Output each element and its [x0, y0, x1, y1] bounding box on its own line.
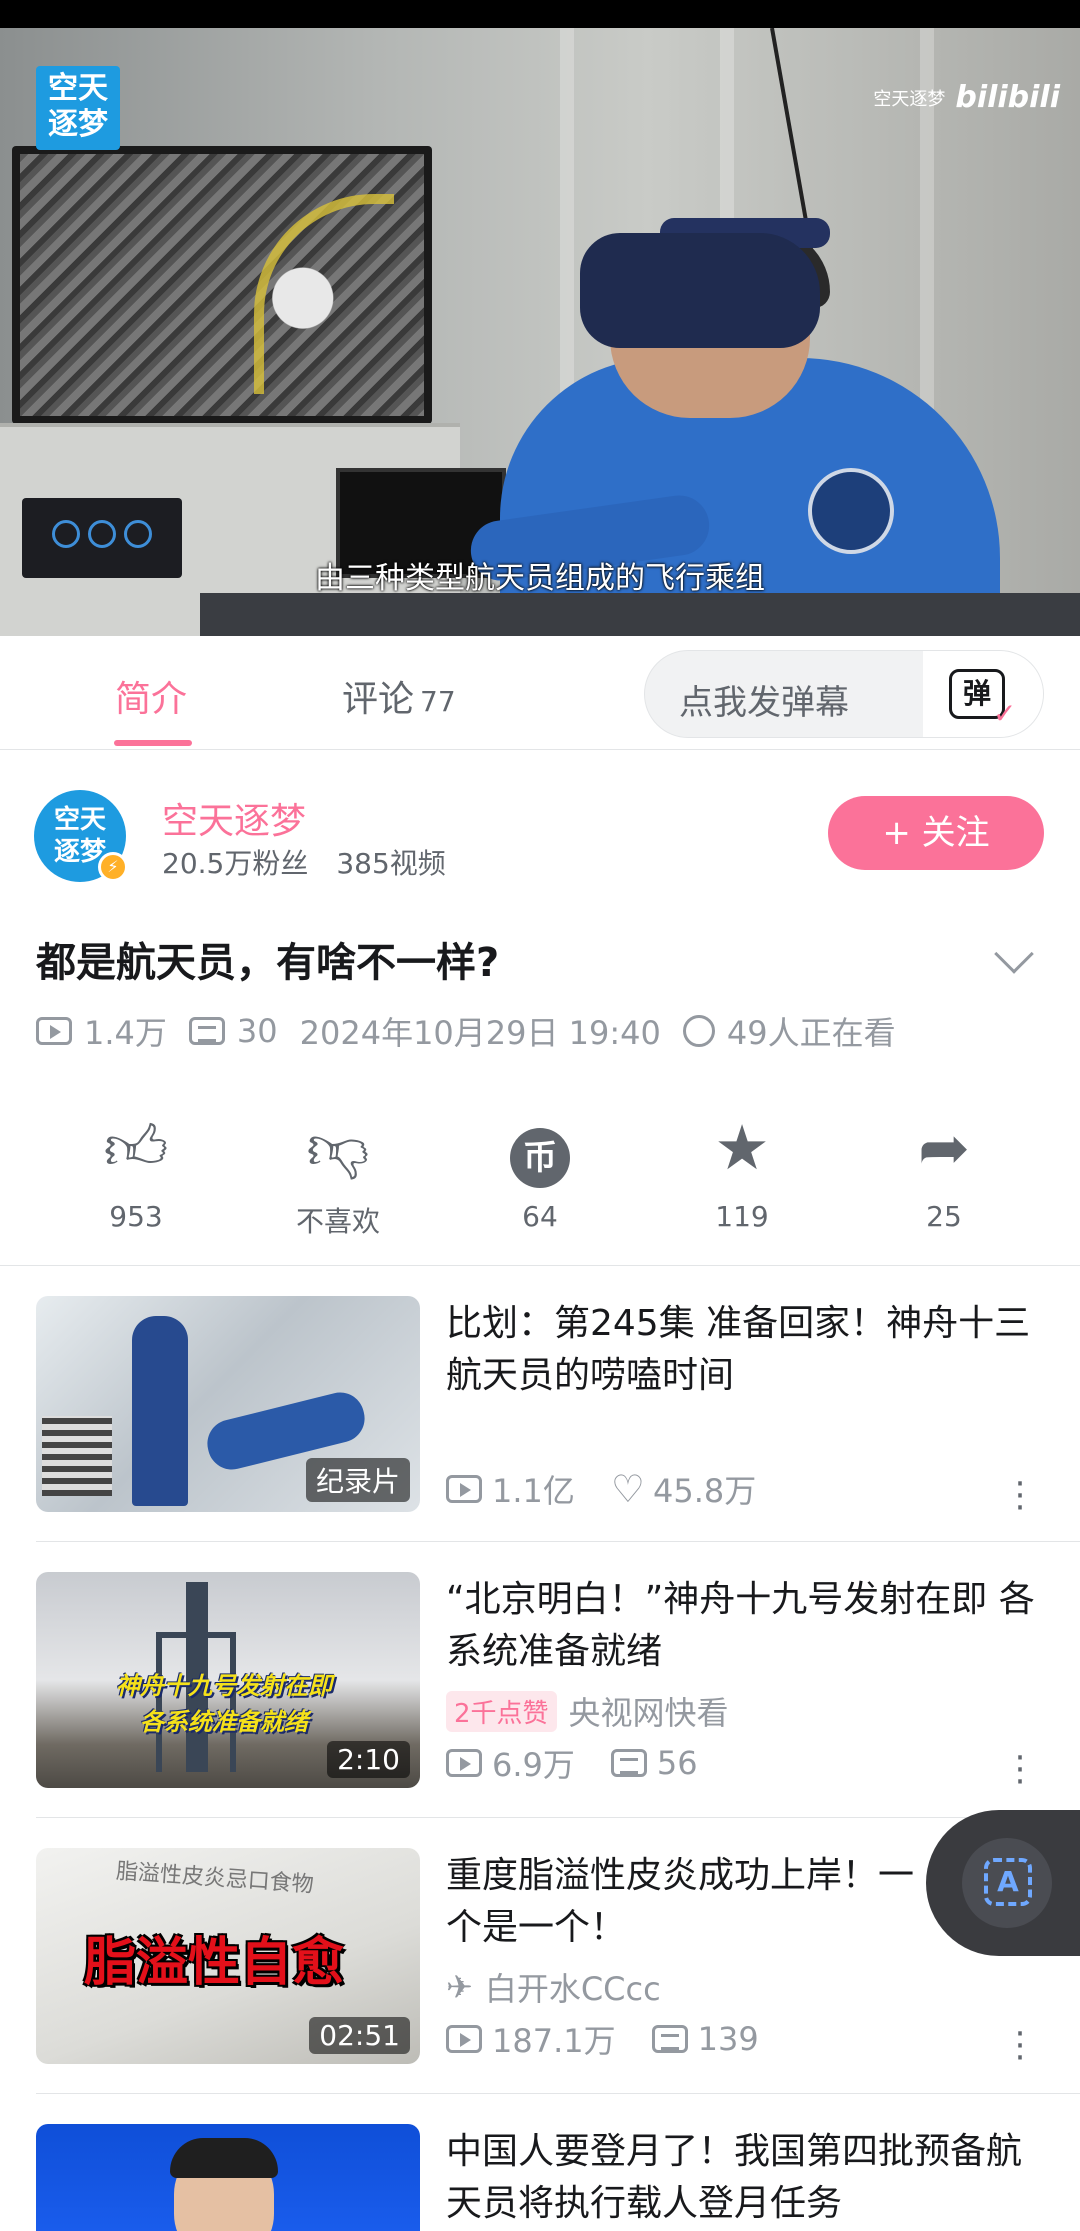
duration-badge: 2:10	[327, 1741, 410, 1778]
rec-stats: 1.1亿 ♡ 45.8万	[446, 1466, 756, 1512]
danmaku-count-icon	[610, 1749, 647, 1777]
author-name[interactable]: 白开水CCcc	[485, 1964, 661, 2010]
video-meta: 1.4万 30 2024年10月29日 19:40 49人正在看	[36, 1008, 896, 1054]
verified-badge-icon: ⚡	[98, 852, 128, 882]
desk	[200, 593, 1080, 636]
bilibili-logo: bilibili	[955, 80, 1060, 115]
danmaku-count: 139	[697, 2020, 759, 2058]
share-button[interactable]: ➦ 25	[874, 1110, 1014, 1233]
rocket-icon: ✈	[446, 1968, 473, 2006]
thumbnail-caption-small: 脂溢性皮炎忌口食物	[115, 1859, 315, 1898]
thumbs-down-icon: 👎︎	[306, 1111, 370, 1184]
video-subtitle: 由三种类型航天员组成的飞行乘组	[315, 561, 765, 596]
list-item[interactable]: 中国人要登月了！我国第四批预备航天员将执行载人登月任务	[0, 2094, 1080, 2231]
category-badge: 纪录片	[305, 1458, 410, 1502]
uploader-name[interactable]: 空天逐梦	[162, 792, 306, 844]
rec-title[interactable]: 重度脂溢性皮炎成功上岸！一个是一个！	[446, 1850, 916, 1954]
rec-title[interactable]: 中国人要登月了！我国第四批预备航天员将执行载人登月任务	[446, 2126, 1046, 2230]
more-options-icon[interactable]: · · ·	[1010, 1467, 1030, 1525]
vr-headset	[580, 233, 820, 348]
view-count: 1.4万	[84, 1014, 167, 1052]
status-bar	[0, 0, 1080, 28]
fans-count: 20.5万粉丝	[162, 847, 309, 880]
coin-count: 64	[522, 1200, 558, 1233]
view-count: 187.1万	[492, 2022, 616, 2060]
tab-active-indicator	[114, 740, 192, 746]
coin-icon: 币	[510, 1128, 570, 1188]
duration-badge: 02:51	[309, 2017, 410, 2054]
watermark-channel: 空天逐梦	[873, 88, 946, 110]
follow-button[interactable]: + 关注	[828, 796, 1044, 870]
comments-count: 77	[420, 685, 456, 718]
rec-author-row: 2千点赞 央视网快看	[446, 1688, 729, 1734]
tab-comments[interactable]: 评论 77	[342, 670, 456, 722]
danmaku-count-icon	[188, 1017, 225, 1045]
like-count: 45.8万	[652, 1472, 757, 1510]
hot-tag: 2千点赞	[446, 1690, 557, 1732]
rec-stats: 187.1万 139	[446, 2016, 759, 2062]
tv-monitor	[12, 146, 432, 424]
more-options-icon[interactable]: · · ·	[1010, 2017, 1030, 2075]
like-count: 953	[109, 1200, 163, 1233]
thumbs-up-icon: 👍︎	[103, 1111, 169, 1184]
list-item[interactable]: 神舟十九号发射在即 各系统准备就绪 2:10 “北京明白！”神舟十九号发射在即 …	[0, 1542, 1080, 1818]
view-count: 1.1亿	[492, 1472, 575, 1510]
watermark: 空天逐梦 bilibili	[873, 80, 1060, 115]
share-icon: ➦	[918, 1111, 970, 1184]
floating-translate-button[interactable]: A	[926, 1810, 1080, 1956]
list-item[interactable]: 脂溢性皮炎忌口食物 脂溢性自愈 02:51 重度脂溢性皮炎成功上岸！一个是一个！…	[0, 1818, 1080, 2094]
mission-patch	[808, 468, 894, 554]
channel-logo: 空天 逐梦	[36, 66, 120, 150]
like-button[interactable]: 👍︎ 953	[66, 1110, 206, 1233]
star-icon: ★	[714, 1111, 770, 1184]
favorite-button[interactable]: ★ 119	[672, 1110, 812, 1233]
tab-intro[interactable]: 简介	[115, 670, 187, 722]
play-count-icon	[446, 2025, 482, 2053]
video-thumbnail[interactable]	[36, 2124, 420, 2231]
danmaku-count-icon	[651, 2025, 688, 2053]
more-options-icon[interactable]: · · ·	[1010, 1741, 1030, 1799]
heart-icon: ♡	[610, 1467, 645, 1511]
list-item[interactable]: 纪录片 比划：第245集 准备回家！神舟十三航天员的唠嗑时间 1.1亿 ♡ 45…	[0, 1266, 1080, 1542]
danmaku-count: 56	[656, 1744, 698, 1782]
action-bar: 👍︎ 953 👎︎ 不喜欢 币 64 ★ 119 ➦ 25	[0, 1110, 1080, 1266]
danmaku-toggle-button[interactable]: 弹 ✓	[923, 651, 1043, 737]
tv-screen	[20, 154, 424, 416]
view-count: 6.9万	[492, 1746, 575, 1784]
publish-date: 2024年10月29日 19:40	[299, 1014, 661, 1052]
video-thumbnail[interactable]: 纪录片	[36, 1296, 420, 1512]
rec-title[interactable]: 比划：第245集 准备回家！神舟十三航天员的唠嗑时间	[446, 1298, 1046, 1402]
play-count-icon	[36, 1017, 72, 1045]
dislike-button[interactable]: 👎︎ 不喜欢	[268, 1110, 408, 1240]
rec-title[interactable]: “北京明白！”神舟十九号发射在即 各系统准备就绪	[446, 1574, 1046, 1678]
danmaku-count: 30	[236, 1012, 278, 1050]
thumbnail-caption: 脂溢性自愈	[84, 1933, 345, 1993]
tab-bar: 简介 评论 77 点我发弹幕 弹 ✓	[0, 636, 1080, 750]
favorite-count: 119	[715, 1200, 769, 1233]
watching-count: 49人正在看	[726, 1014, 896, 1052]
coin-button[interactable]: 币 64	[470, 1110, 610, 1233]
danmaku-input[interactable]: 点我发弹幕 弹 ✓	[644, 650, 1044, 738]
play-count-icon	[446, 1475, 482, 1503]
video-thumbnail[interactable]: 脂溢性皮炎忌口食物 脂溢性自愈 02:51	[36, 1848, 420, 2064]
watching-icon	[682, 1015, 715, 1047]
video-thumbnail[interactable]: 神舟十九号发射在即 各系统准备就绪 2:10	[36, 1572, 420, 1788]
uploader-row: 空天 逐梦 ⚡ 空天逐梦 20.5万粉丝 385视频 + 关注	[0, 750, 1080, 910]
translate-icon: A	[984, 1858, 1032, 1906]
thumbnail-caption: 神舟十九号发射在即 各系统准备就绪	[116, 1672, 332, 1736]
author-name[interactable]: 央视网快看	[569, 1688, 729, 1734]
chevron-down-icon[interactable]	[994, 934, 1034, 974]
rec-author-row: ✈ 白开水CCcc	[446, 1964, 661, 2010]
uploader-stats: 20.5万粉丝 385视频	[162, 842, 446, 882]
video-title: 都是航天员，有啥不一样?	[36, 940, 500, 986]
tab-comments-label: 评论	[342, 679, 415, 720]
video-count: 385视频	[336, 847, 446, 880]
video-player[interactable]: 空天 逐梦 空天逐梦 bilibili 由三种类型航天员组成的飞行乘组	[0, 28, 1080, 636]
rec-stats: 6.9万 56	[446, 1740, 698, 1786]
play-count-icon	[446, 1749, 482, 1777]
danmaku-placeholder: 点我发弹幕	[679, 683, 849, 723]
check-icon: ✓	[993, 697, 1017, 730]
dislike-label: 不喜欢	[295, 1205, 380, 1238]
share-count: 25	[926, 1200, 962, 1233]
